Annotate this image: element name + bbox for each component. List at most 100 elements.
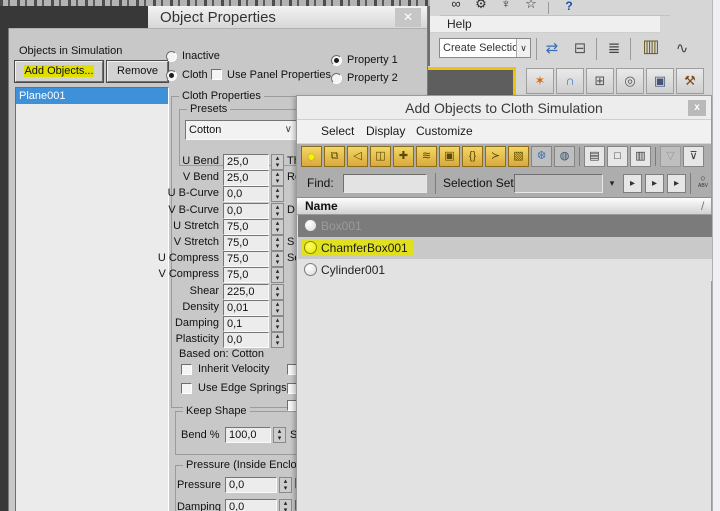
antenna-icon[interactable]: ♆	[495, 0, 517, 15]
param-field[interactable]: 0,0	[223, 186, 269, 202]
select-invert-icon[interactable]: ▸	[667, 174, 686, 193]
display-bones-icon[interactable]: ≻	[485, 146, 506, 167]
use-edge-springs-checkbox[interactable]	[181, 383, 192, 394]
param-field[interactable]: 0,1	[223, 316, 269, 332]
spinner[interactable]	[271, 300, 284, 316]
display-lights-icon[interactable]: ◁	[347, 146, 368, 167]
param-field[interactable]: 75,0	[223, 235, 269, 251]
param-field[interactable]: 75,0	[223, 267, 269, 283]
tab-display[interactable]: ▣	[646, 68, 674, 94]
remove-button[interactable]: Remove	[107, 61, 168, 82]
select-none-icon[interactable]: ▸	[645, 174, 664, 193]
mirror-icon[interactable]: ⇄	[540, 38, 564, 60]
display-helpers-icon[interactable]: ✚	[393, 146, 414, 167]
blank-view-icon[interactable]: □	[607, 146, 628, 167]
menu-select[interactable]: Select	[321, 124, 354, 138]
search-abv-icon[interactable]: ○ ABV	[694, 174, 712, 193]
spinner[interactable]	[273, 427, 286, 443]
chevron-down-icon[interactable]: ▾	[606, 176, 618, 191]
param-field[interactable]: 0,01	[223, 300, 269, 316]
find-input[interactable]	[343, 174, 427, 193]
pressure-damping-field[interactable]: 0,0	[225, 499, 277, 511]
wrench-icon[interactable]: ⚙	[470, 0, 492, 15]
param-field[interactable]: 0,0	[223, 332, 269, 348]
close-icon[interactable]: x	[688, 100, 706, 116]
param-field[interactable]: 225,0	[223, 284, 269, 300]
filter-icon[interactable]: ▽	[660, 146, 681, 167]
inactive-radio[interactable]	[166, 51, 177, 62]
param-field[interactable]: 25,0	[223, 170, 269, 186]
tab-create[interactable]: ✶	[526, 68, 554, 94]
tab-hierarchy[interactable]: ⊞	[586, 68, 614, 94]
favorites-star-icon[interactable]: ☆	[520, 0, 542, 15]
select-all-icon[interactable]: ▸	[623, 174, 642, 193]
list-view-icon[interactable]: ▤	[584, 146, 605, 167]
spinner[interactable]	[271, 332, 284, 348]
find-label: Find:	[307, 176, 334, 190]
find-icon[interactable]: ∞	[445, 0, 467, 15]
close-icon[interactable]: ✕	[395, 8, 421, 27]
display-frozen-icon[interactable]: ❆	[531, 146, 552, 167]
add-objects-button[interactable]: Add Objects...	[15, 61, 103, 82]
tab-utilities[interactable]: ⚒	[676, 68, 704, 94]
geometry-circle-icon	[304, 263, 317, 276]
display-spacewarps-icon[interactable]: ≋	[416, 146, 437, 167]
spinner[interactable]	[279, 477, 292, 493]
selection-set-dropdown[interactable]	[514, 174, 603, 193]
use-panel-properties-checkbox[interactable]	[211, 69, 222, 80]
spinner[interactable]	[271, 267, 284, 283]
pressure-field[interactable]: 0,0	[225, 477, 277, 493]
display-cameras-icon[interactable]: ◫	[370, 146, 391, 167]
property1-radio[interactable]	[331, 55, 342, 66]
menu-customize[interactable]: Customize	[416, 124, 473, 138]
named-selection-set-combo[interactable]: Create Selection Se ∨	[439, 38, 531, 58]
presets-dropdown[interactable]: Cotton ∨	[185, 120, 297, 140]
spinner[interactable]	[271, 203, 284, 219]
spinner[interactable]	[271, 235, 284, 251]
display-groups-icon[interactable]: ▣	[439, 146, 460, 167]
spinner[interactable]	[271, 186, 284, 202]
param-field[interactable]: 75,0	[223, 251, 269, 267]
spinner[interactable]	[271, 284, 284, 300]
display-geometry-icon[interactable]: ●	[301, 146, 322, 167]
cloth-radio[interactable]	[166, 70, 177, 81]
bend-percent-field[interactable]: 100,0	[225, 427, 271, 443]
list-item-chamferbox001[interactable]: ChamferBox001	[298, 237, 712, 259]
chevron-down-icon[interactable]: ∨	[285, 121, 292, 139]
align-icon[interactable]: ⊟	[568, 38, 592, 60]
display-xrefs-icon[interactable]: {}	[462, 146, 483, 167]
list-item-box001[interactable]: Box001	[298, 215, 712, 237]
tab-modify[interactable]: ∩	[556, 68, 584, 94]
spinner[interactable]	[271, 251, 284, 267]
add-objects-titlebar[interactable]: Add Objects to Cloth Simulation	[297, 96, 711, 120]
layer-manager-icon[interactable]: ≣	[602, 38, 626, 60]
param-field[interactable]: 0,0	[223, 203, 269, 219]
list-item-cylinder001[interactable]: Cylinder001	[298, 259, 712, 281]
display-containers-icon[interactable]: ▧	[508, 146, 529, 167]
menu-display[interactable]: Display	[366, 124, 405, 138]
active-viewport-corner[interactable]	[420, 67, 516, 95]
chevron-down-icon[interactable]: ∨	[516, 39, 530, 57]
spinner[interactable]	[271, 154, 284, 170]
spinner[interactable]	[279, 499, 292, 511]
spinner[interactable]	[271, 170, 284, 186]
spinner[interactable]	[271, 316, 284, 332]
tab-motion[interactable]: ◎	[616, 68, 644, 94]
use-panel-properties-label: Use Panel Properties	[227, 69, 331, 81]
display-hidden-icon[interactable]: ◍	[554, 146, 575, 167]
curve-editor-icon[interactable]: ∿	[670, 38, 694, 60]
menu-help[interactable]: Help	[447, 17, 472, 31]
param-field[interactable]: 25,0	[223, 154, 269, 170]
toolbox-lightbulb-icon[interactable]: ▥	[636, 35, 666, 62]
param-field[interactable]: 75,0	[223, 219, 269, 235]
name-column-header[interactable]: Name /	[297, 198, 711, 215]
filter-combinations-icon[interactable]: ⊽	[683, 146, 704, 167]
spinner[interactable]	[271, 219, 284, 235]
display-shapes-icon[interactable]: ⧉	[324, 146, 345, 167]
list-item[interactable]: Plane001	[16, 88, 168, 104]
property2-radio[interactable]	[331, 73, 342, 84]
help-icon[interactable]: ?	[558, 0, 580, 16]
column-view-icon[interactable]: ▥	[630, 146, 651, 167]
param-row: Plasticity0,0	[9, 332, 309, 348]
inherit-velocity-checkbox[interactable]	[181, 364, 192, 375]
